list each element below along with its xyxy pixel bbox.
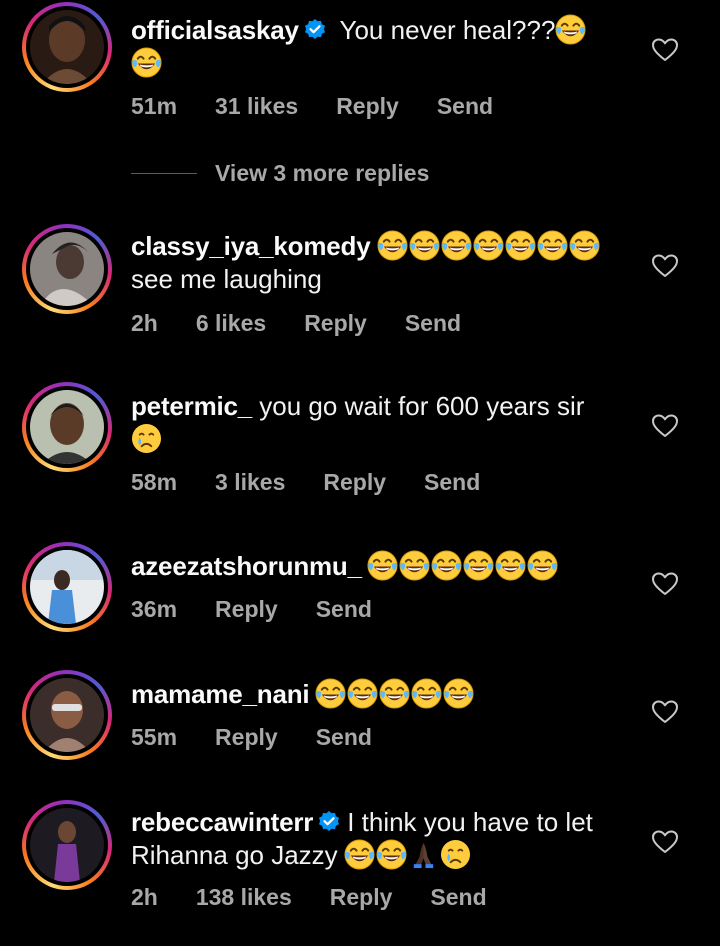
reply-button[interactable]: Reply (304, 310, 367, 336)
folded-hands-icon (408, 839, 439, 870)
verified-badge-icon (303, 18, 327, 42)
avatar[interactable] (30, 808, 104, 882)
avatar[interactable] (30, 10, 104, 84)
send-button[interactable]: Send (437, 93, 493, 119)
face-with-tears-of-joy-icon (377, 230, 408, 261)
crying-face-icon (440, 839, 471, 870)
send-button[interactable]: Send (424, 469, 480, 495)
avatar[interactable] (30, 232, 104, 306)
reply-button[interactable]: Reply (215, 596, 278, 622)
face-with-tears-of-joy-icon (367, 550, 398, 581)
face-with-tears-of-joy-icon (411, 678, 442, 709)
face-with-tears-of-joy-icon (409, 230, 440, 261)
comment-text: see me laughing (131, 264, 322, 294)
heart-outline-icon[interactable] (652, 830, 678, 854)
comment-time: 2h (131, 310, 158, 336)
send-button[interactable]: Send (405, 310, 461, 336)
comment-time: 58m (131, 469, 178, 495)
face-with-tears-of-joy-icon (569, 230, 600, 261)
view-more-replies[interactable]: View 3 more replies (131, 160, 429, 187)
comment-username[interactable]: azeezatshorunmu_ (131, 551, 362, 581)
comment-time: 36m (131, 596, 178, 622)
heart-outline-icon[interactable] (652, 414, 678, 438)
comment-time: 51m (131, 93, 178, 119)
crying-face-icon (131, 423, 162, 454)
comment-text: You never heal??? (339, 15, 556, 45)
face-with-tears-of-joy-icon (376, 839, 407, 870)
face-with-tears-of-joy-icon (527, 550, 558, 581)
face-with-tears-of-joy-icon (555, 14, 586, 45)
face-with-tears-of-joy-icon (131, 47, 162, 78)
face-with-tears-of-joy-icon (537, 230, 568, 261)
view-more-replies-label[interactable]: View 3 more replies (215, 160, 429, 187)
heart-outline-icon[interactable] (652, 38, 678, 62)
avatar-story-ring[interactable] (22, 800, 112, 890)
avatar[interactable] (30, 678, 104, 752)
comment-username[interactable]: classy_iya_komedy (131, 231, 371, 261)
face-with-tears-of-joy-icon (315, 678, 346, 709)
face-with-tears-of-joy-icon (431, 550, 462, 581)
reply-button[interactable]: Reply (215, 724, 278, 750)
avatar[interactable] (30, 550, 104, 624)
avatar-story-ring[interactable] (22, 2, 112, 92)
comment-time: 55m (131, 724, 178, 750)
comment-likes[interactable]: 31 likes (215, 93, 298, 119)
face-with-tears-of-joy-icon (463, 550, 494, 581)
comment-likes[interactable]: 6 likes (196, 310, 266, 336)
divider (131, 173, 197, 174)
avatar[interactable] (30, 390, 104, 464)
heart-outline-icon[interactable] (652, 254, 678, 278)
face-with-tears-of-joy-icon (473, 230, 504, 261)
avatar-story-ring[interactable] (22, 542, 112, 632)
heart-outline-icon[interactable] (652, 572, 678, 596)
send-button[interactable]: Send (316, 596, 372, 622)
face-with-tears-of-joy-icon (441, 230, 472, 261)
avatar-story-ring[interactable] (22, 382, 112, 472)
verified-badge-icon (317, 810, 341, 834)
avatar-story-ring[interactable] (22, 224, 112, 314)
face-with-tears-of-joy-icon (379, 678, 410, 709)
comment-likes[interactable]: 3 likes (215, 469, 285, 495)
send-button[interactable]: Send (430, 884, 486, 910)
comment-time: 2h (131, 884, 158, 910)
heart-outline-icon[interactable] (652, 700, 678, 724)
reply-button[interactable]: Reply (323, 469, 386, 495)
face-with-tears-of-joy-icon (399, 550, 430, 581)
face-with-tears-of-joy-icon (347, 678, 378, 709)
comment-username[interactable]: petermic_ (131, 391, 252, 421)
comment-username[interactable]: rebeccawinterr (131, 807, 313, 837)
reply-button[interactable]: Reply (330, 884, 393, 910)
face-with-tears-of-joy-icon (505, 230, 536, 261)
face-with-tears-of-joy-icon (344, 839, 375, 870)
comment-likes[interactable]: 138 likes (196, 884, 292, 910)
send-button[interactable]: Send (316, 724, 372, 750)
avatar-story-ring[interactable] (22, 670, 112, 760)
comment-username[interactable]: officialsaskay (131, 15, 299, 45)
face-with-tears-of-joy-icon (495, 550, 526, 581)
comment-username[interactable]: mamame_nani (131, 679, 310, 709)
comment-text: you go wait for 600 years sir (259, 391, 585, 421)
reply-button[interactable]: Reply (336, 93, 399, 119)
face-with-tears-of-joy-icon (443, 678, 474, 709)
